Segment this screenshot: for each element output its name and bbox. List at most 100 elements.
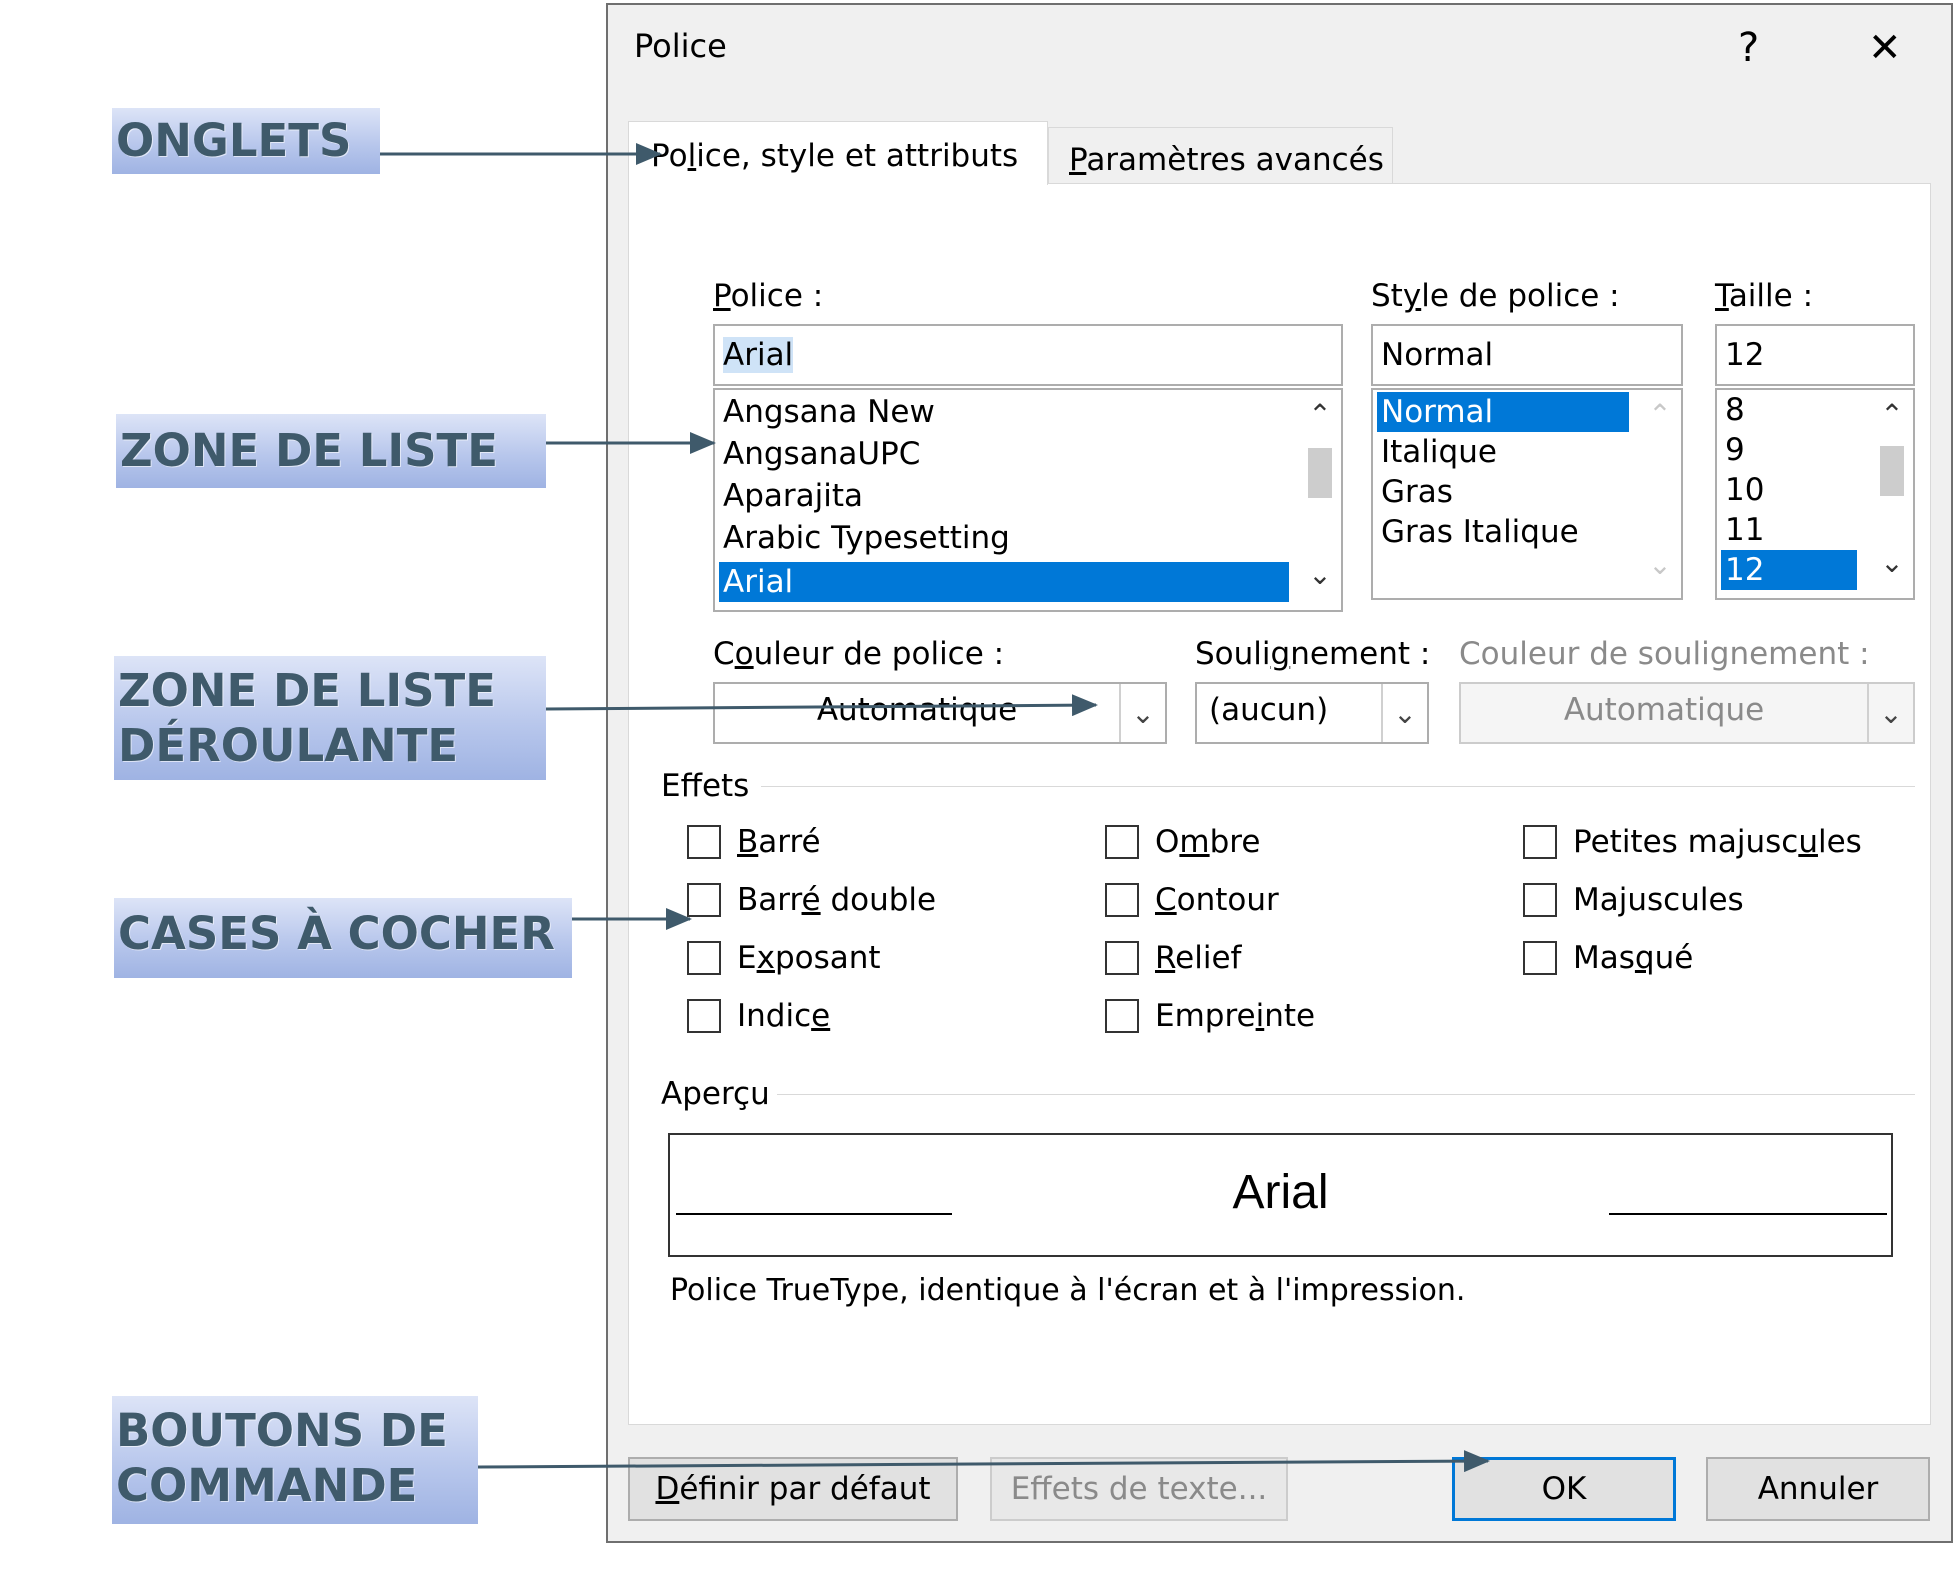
checkbox-ombre[interactable]: Ombre bbox=[1105, 822, 1260, 862]
checkbox-majuscules[interactable]: Majuscules bbox=[1523, 880, 1744, 920]
checkbox-box[interactable] bbox=[1105, 825, 1139, 859]
list-item-selected[interactable]: 12 bbox=[1721, 550, 1857, 590]
checkbox-box[interactable] bbox=[1105, 883, 1139, 917]
style-listbox[interactable]: Normal Italique Gras Gras Italique ⌃ ⌄ bbox=[1371, 388, 1683, 600]
checkbox-box[interactable] bbox=[687, 883, 721, 917]
list-item[interactable]: Italique bbox=[1377, 432, 1497, 472]
checkbox-box[interactable] bbox=[687, 825, 721, 859]
chevron-down-icon[interactable]: ⌄ bbox=[1639, 548, 1681, 581]
effects-divider bbox=[761, 786, 1915, 787]
list-item[interactable]: Aparajita bbox=[719, 476, 863, 516]
checkbox-label: Relief bbox=[1155, 940, 1242, 976]
tab-police-style-attributs[interactable]: Police, style et attributs bbox=[628, 121, 1048, 185]
list-item[interactable]: 9 bbox=[1721, 430, 1745, 470]
checkbox-box[interactable] bbox=[1523, 883, 1557, 917]
close-icon[interactable]: ✕ bbox=[1868, 25, 1902, 71]
checkbox-box[interactable] bbox=[1105, 941, 1139, 975]
list-item[interactable]: 8 bbox=[1721, 390, 1745, 430]
size-listbox[interactable]: 8 9 10 11 12 ⌃ ⌄ bbox=[1715, 388, 1915, 600]
style-input[interactable]: Normal bbox=[1371, 324, 1683, 386]
checkbox-barre[interactable]: Barré bbox=[687, 822, 821, 862]
checkbox-exposant[interactable]: Exposant bbox=[687, 938, 881, 978]
chevron-down-icon[interactable]: ⌄ bbox=[1871, 546, 1913, 579]
tab-label-post: aramètres avancés bbox=[1086, 142, 1384, 178]
underline-label: Soulignement : bbox=[1195, 636, 1430, 672]
style-label: Style de police : bbox=[1371, 278, 1620, 314]
checkbox-box[interactable] bbox=[1523, 941, 1557, 975]
preview-box: Arial bbox=[668, 1133, 1893, 1257]
checkbox-box[interactable] bbox=[687, 999, 721, 1033]
font-color-label-pre: C bbox=[713, 636, 735, 672]
font-list-scrollbar[interactable]: ⌃ ⌄ bbox=[1299, 390, 1341, 610]
underline-label-post: nement : bbox=[1290, 636, 1431, 672]
chevron-down-icon[interactable]: ⌄ bbox=[1381, 684, 1427, 742]
list-item-selected[interactable]: Arial bbox=[719, 562, 1289, 602]
annotation-zone-de-liste-text: ZONE DE LISTE bbox=[120, 424, 498, 477]
list-item[interactable]: 10 bbox=[1721, 470, 1764, 510]
checkbox-masque[interactable]: Masqué bbox=[1523, 938, 1693, 978]
underline-dropdown[interactable]: (aucun) ⌄ bbox=[1195, 682, 1429, 744]
underline-color-dropdown[interactable]: Automatique ⌄ bbox=[1459, 682, 1915, 744]
checkbox-empreinte[interactable]: Empreinte bbox=[1105, 996, 1315, 1036]
help-button[interactable]: ? bbox=[1738, 25, 1759, 71]
underline-label-underline: g bbox=[1270, 636, 1291, 672]
font-color-label-underline: o bbox=[734, 636, 754, 672]
size-input[interactable]: 12 bbox=[1715, 324, 1915, 386]
tab-label-pre: Po bbox=[651, 138, 688, 174]
list-item[interactable]: Angsana New bbox=[719, 392, 935, 432]
font-color-label: Couleur de police : bbox=[713, 636, 1004, 672]
list-item[interactable]: AngsanaUPC bbox=[719, 434, 920, 474]
checkbox-label: Ombre bbox=[1155, 824, 1261, 860]
text-effects-button[interactable]: Effets de texte... bbox=[990, 1457, 1288, 1521]
font-color-dropdown[interactable]: Automatique ⌄ bbox=[713, 682, 1167, 744]
tab-label-underline: l bbox=[687, 138, 697, 174]
font-input[interactable]: Arial bbox=[713, 324, 1343, 386]
font-listbox[interactable]: Angsana New AngsanaUPC Aparajita Arabic … bbox=[713, 388, 1343, 612]
annotation-boutons-line2: COMMANDE bbox=[116, 1459, 418, 1512]
scrollbar-thumb[interactable] bbox=[1880, 446, 1904, 496]
checkbox-barre-double[interactable]: Barré double bbox=[687, 880, 936, 920]
list-item[interactable]: Gras Italique bbox=[1377, 512, 1579, 552]
font-input-value: Arial bbox=[723, 337, 794, 373]
style-input-value: Normal bbox=[1381, 337, 1494, 373]
tab-parametres-avances[interactable]: Paramètres avancés bbox=[1048, 127, 1393, 185]
checkbox-petites-majuscules[interactable]: Petites majuscules bbox=[1523, 822, 1862, 862]
annotation-zone-de-liste: ZONE DE LISTE bbox=[116, 414, 546, 488]
size-list-scrollbar[interactable]: ⌃ ⌄ bbox=[1871, 390, 1913, 598]
size-input-value: 12 bbox=[1725, 337, 1765, 373]
list-item-selected[interactable]: Normal bbox=[1377, 392, 1629, 432]
checkbox-contour[interactable]: Contour bbox=[1105, 880, 1279, 920]
cancel-button[interactable]: Annuler bbox=[1706, 1457, 1930, 1521]
preview-line-right bbox=[1609, 1213, 1887, 1215]
chevron-up-icon[interactable]: ⌃ bbox=[1871, 398, 1913, 431]
checkbox-box[interactable] bbox=[687, 941, 721, 975]
style-label-pre: St bbox=[1371, 278, 1403, 314]
font-label-underline: P bbox=[713, 278, 731, 314]
scrollbar-thumb[interactable] bbox=[1308, 448, 1332, 498]
chevron-down-icon[interactable]: ⌄ bbox=[1119, 684, 1165, 742]
checkbox-label: Barré bbox=[737, 824, 821, 860]
annotation-cases-a-cocher: CASES À COCHER bbox=[114, 898, 572, 978]
annotation-zone-de-liste-deroulante-line1: ZONE DE LISTE bbox=[118, 664, 496, 717]
preview-description: Police TrueType, identique à l'écran et … bbox=[670, 1273, 1466, 1308]
annotation-cases-a-cocher-text: CASES À COCHER bbox=[118, 907, 555, 960]
chevron-up-icon[interactable]: ⌃ bbox=[1299, 398, 1341, 431]
annotation-boutons-de-commande: BOUTONS DE COMMANDE bbox=[112, 1396, 478, 1524]
chevron-down-icon[interactable]: ⌄ bbox=[1299, 558, 1341, 591]
checkbox-box[interactable] bbox=[1523, 825, 1557, 859]
checkbox-relief[interactable]: Relief bbox=[1105, 938, 1241, 978]
set-default-button[interactable]: Définir par défaut bbox=[628, 1457, 958, 1521]
list-item[interactable]: 11 bbox=[1721, 510, 1764, 550]
font-label: Police : bbox=[713, 278, 823, 314]
list-item[interactable]: Arabic Typesetting bbox=[719, 518, 1010, 558]
list-item[interactable]: Gras bbox=[1377, 472, 1453, 512]
checkbox-indice[interactable]: Indice bbox=[687, 996, 830, 1036]
chevron-down-icon[interactable]: ⌄ bbox=[1867, 684, 1913, 742]
checkbox-box[interactable] bbox=[1105, 999, 1139, 1033]
effects-group-title: Effets bbox=[661, 768, 750, 804]
style-label-post: le de police : bbox=[1421, 278, 1620, 314]
ok-button[interactable]: OK bbox=[1452, 1457, 1676, 1521]
chevron-up-icon[interactable]: ⌃ bbox=[1639, 398, 1681, 431]
style-list-scrollbar[interactable]: ⌃ ⌄ bbox=[1639, 390, 1681, 598]
font-color-value: Automatique bbox=[816, 692, 1018, 728]
